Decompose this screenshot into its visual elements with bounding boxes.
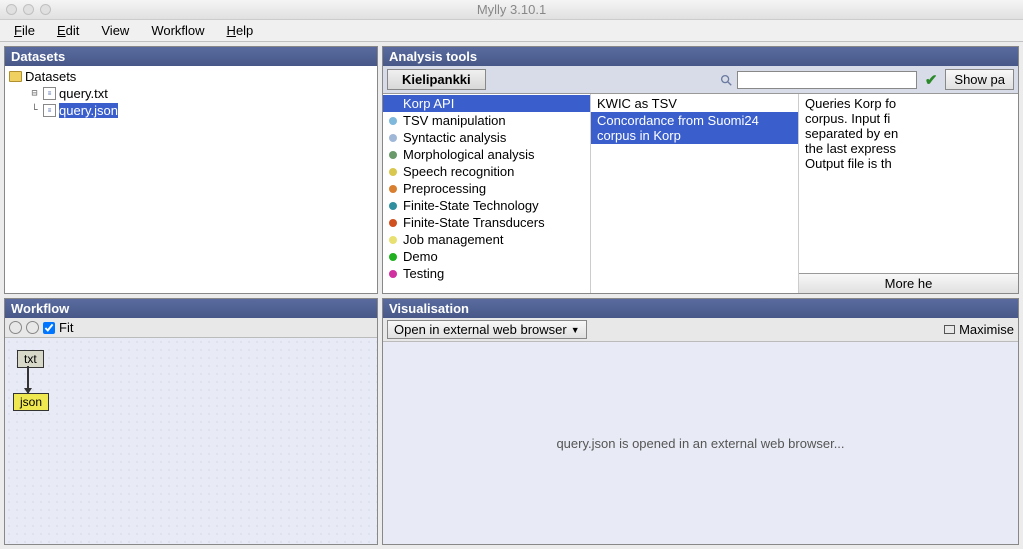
maximise-icon	[944, 325, 955, 334]
workflow-node-json[interactable]: json	[13, 393, 49, 411]
menu-help[interactable]: Help	[217, 21, 264, 40]
tool-description: Queries Korp fo corpus. Input fi separat…	[805, 96, 1012, 171]
category-item[interactable]: Korp API	[383, 95, 590, 112]
tree-branch-icon: └	[29, 105, 40, 116]
workflow-toolbar: Fit	[5, 318, 377, 338]
menu-file[interactable]: File	[4, 21, 45, 40]
tool-item[interactable]: KWIC as TSV	[591, 95, 798, 112]
analysis-panel: Analysis tools Kielipankki ✔ Show pa Kor…	[382, 46, 1019, 294]
category-dot-icon	[389, 236, 397, 244]
tool-item[interactable]: Concordance from Suomi24 corpus in Korp	[591, 112, 798, 144]
workflow-node-txt[interactable]: txt	[17, 350, 44, 368]
tree-branch-icon: ⊟	[29, 88, 40, 99]
search-icon[interactable]	[719, 73, 733, 87]
visualisation-header: Visualisation	[383, 299, 1018, 318]
fit-checkbox[interactable]	[43, 322, 55, 334]
workflow-canvas[interactable]: txt json	[5, 338, 377, 544]
visualisation-toolbar: Open in external web browser ▼ Maximise	[383, 318, 1018, 342]
window-title: Mylly 3.10.1	[477, 2, 546, 17]
analysis-toolbar: Kielipankki ✔ Show pa	[383, 66, 1018, 94]
file-icon: ≡	[43, 87, 56, 100]
titlebar: Mylly 3.10.1	[0, 0, 1023, 20]
category-dot-icon	[389, 202, 397, 210]
visualisation-panel: Visualisation Open in external web brows…	[382, 298, 1019, 545]
category-item[interactable]: Syntactic analysis	[383, 129, 590, 146]
visualisation-body: query.json is opened in an external web …	[383, 342, 1018, 544]
category-item[interactable]: Demo	[383, 248, 590, 265]
menu-edit[interactable]: Edit	[47, 21, 89, 40]
zoom-window-icon[interactable]	[40, 4, 51, 15]
category-label: Preprocessing	[403, 181, 486, 196]
category-dot-icon	[389, 151, 397, 159]
category-label: Syntactic analysis	[403, 130, 506, 145]
category-item[interactable]: Job management	[383, 231, 590, 248]
show-parameters-button[interactable]: Show pa	[945, 69, 1014, 90]
category-label: Finite-State Technology	[403, 198, 539, 213]
analysis-tab[interactable]: Kielipankki	[387, 69, 486, 90]
menu-workflow[interactable]: Workflow	[141, 21, 214, 40]
category-dot-icon	[389, 100, 397, 108]
menubar: File Edit View Workflow Help	[0, 20, 1023, 42]
dropdown-label: Open in external web browser	[394, 322, 567, 337]
tree-file-label: query.json	[59, 103, 118, 118]
minimize-window-icon[interactable]	[23, 4, 34, 15]
category-item[interactable]: TSV manipulation	[383, 112, 590, 129]
close-window-icon[interactable]	[6, 4, 17, 15]
category-item[interactable]: Testing	[383, 265, 590, 282]
datasets-header: Datasets	[5, 47, 377, 66]
category-dot-icon	[389, 253, 397, 261]
more-help-button[interactable]: More he	[799, 273, 1018, 293]
category-dot-icon	[389, 270, 397, 278]
category-label: Job management	[403, 232, 503, 247]
category-item[interactable]: Finite-State Transducers	[383, 214, 590, 231]
visualisation-message: query.json is opened in an external web …	[556, 436, 844, 451]
datasets-tree: Datasets ⊟ ≡ query.txt └ ≡ query.json	[5, 66, 377, 293]
maximise-button[interactable]: Maximise	[944, 322, 1014, 337]
datasets-panel: Datasets Datasets ⊟ ≡ query.txt └ ≡ quer…	[4, 46, 378, 294]
file-icon: ≡	[43, 104, 56, 117]
category-dot-icon	[389, 168, 397, 176]
check-icon[interactable]: ✔	[921, 71, 942, 89]
category-dot-icon	[389, 219, 397, 227]
category-item[interactable]: Preprocessing	[383, 180, 590, 197]
menu-view[interactable]: View	[91, 21, 139, 40]
tree-folder-label: Datasets	[25, 69, 76, 84]
tree-file[interactable]: ⊟ ≡ query.txt	[9, 85, 373, 102]
category-label: TSV manipulation	[403, 113, 506, 128]
category-column: Korp API TSV manipulation Syntactic analys…	[383, 94, 591, 293]
workflow-header: Workflow	[5, 299, 377, 318]
traffic-lights	[6, 4, 51, 15]
category-label: Finite-State Transducers	[403, 215, 545, 230]
workflow-panel: Workflow Fit txt json	[4, 298, 378, 545]
category-item[interactable]: Speech recognition	[383, 163, 590, 180]
tree-folder-datasets[interactable]: Datasets	[9, 68, 373, 85]
category-dot-icon	[389, 134, 397, 142]
analysis-header: Analysis tools	[383, 47, 1018, 66]
visualisation-dropdown[interactable]: Open in external web browser ▼	[387, 320, 587, 339]
category-label: Speech recognition	[403, 164, 514, 179]
category-dot-icon	[389, 117, 397, 125]
category-item[interactable]: Morphological analysis	[383, 146, 590, 163]
category-item[interactable]: Finite-State Technology	[383, 197, 590, 214]
search-input[interactable]	[737, 71, 917, 89]
category-label: Morphological analysis	[403, 147, 535, 162]
workflow-edge	[27, 366, 29, 393]
description-column: Queries Korp fo corpus. Input fi separat…	[799, 94, 1018, 293]
category-label: Korp API	[403, 96, 454, 111]
tree-file[interactable]: └ ≡ query.json	[9, 102, 373, 119]
fit-label: Fit	[59, 320, 73, 335]
category-label: Testing	[403, 266, 444, 281]
chevron-down-icon: ▼	[571, 325, 580, 335]
maximise-label: Maximise	[959, 322, 1014, 337]
tool-column: KWIC as TSVConcordance from Suomi24 corp…	[591, 94, 799, 293]
tree-file-label: query.txt	[59, 86, 108, 101]
category-dot-icon	[389, 185, 397, 193]
folder-icon	[9, 71, 22, 82]
category-label: Demo	[403, 249, 438, 264]
zoom-out-icon[interactable]	[26, 321, 39, 334]
zoom-in-icon[interactable]	[9, 321, 22, 334]
